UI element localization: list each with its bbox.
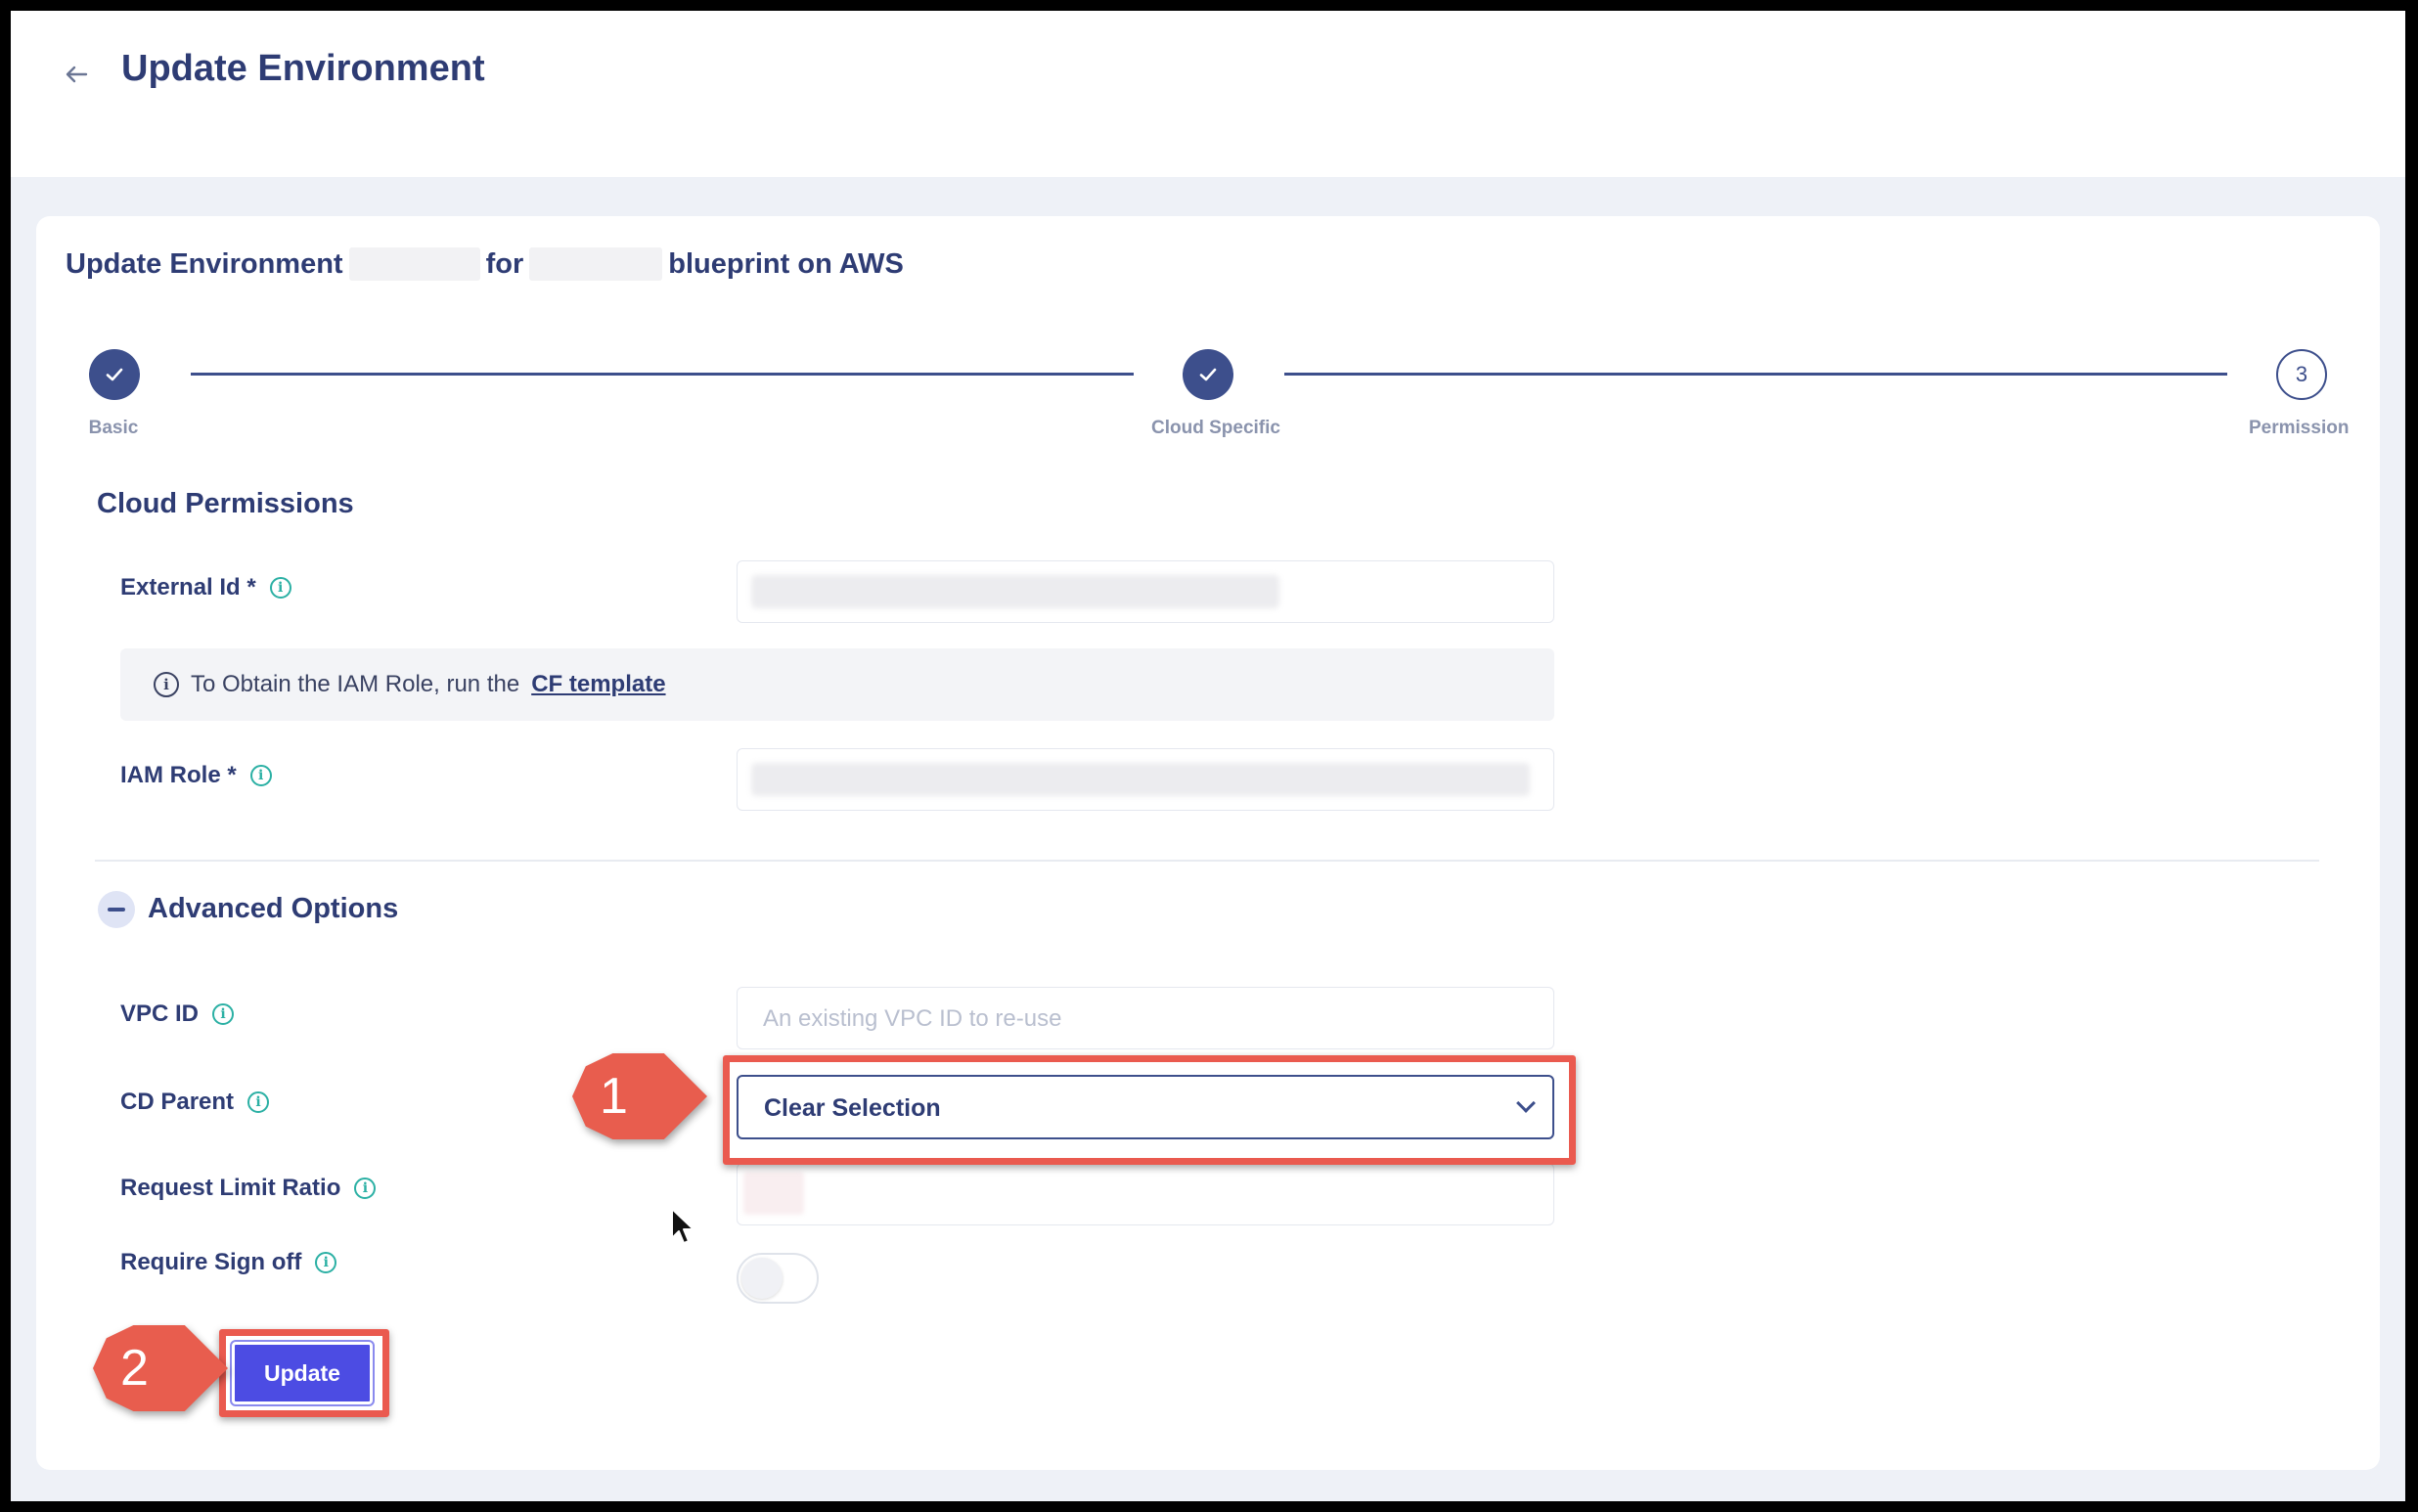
info-icon[interactable]: i: [269, 577, 291, 599]
page-title: Update Environment: [121, 48, 485, 89]
step-label-permission: Permission: [2249, 418, 2350, 438]
annotation-highlight-update: [219, 1329, 389, 1417]
step-basic-check-icon[interactable]: [89, 349, 140, 400]
app-frame: Update Environment Update Environment fo…: [11, 11, 2405, 1501]
vpc-id-placeholder: An existing VPC ID to re-use: [763, 1005, 1062, 1032]
stepper-connector: [191, 373, 1134, 376]
mouse-pointer-icon: [670, 1207, 695, 1251]
collapse-minus-icon[interactable]: [98, 891, 135, 928]
request-limit-ratio-label-text: Request Limit Ratio: [120, 1175, 341, 1201]
annotation-badge-2: 2: [93, 1325, 228, 1411]
badge-shape: [572, 1053, 707, 1139]
step-label-cloud-specific: Cloud Specific: [1151, 418, 1280, 438]
vpc-id-label-text: VPC ID: [120, 1001, 200, 1027]
stepper: Basic Cloud Specific 3 Permission: [36, 216, 2380, 451]
badge-number: 1: [600, 1068, 628, 1125]
advanced-options-title[interactable]: Advanced Options: [148, 893, 398, 925]
redacted-value: [751, 575, 1279, 608]
info-icon[interactable]: i: [247, 1091, 270, 1113]
info-icon[interactable]: i: [315, 1252, 337, 1273]
external-id-label-text: External Id *: [120, 574, 256, 600]
step-permission-number[interactable]: 3: [2276, 349, 2327, 400]
external-id-input[interactable]: [737, 560, 1554, 623]
iam-role-input[interactable]: [737, 748, 1554, 811]
badge-shape: [93, 1325, 228, 1411]
redacted-value: [751, 763, 1530, 796]
vpc-id-label: VPC ID i: [120, 1001, 235, 1028]
redacted-value: [743, 1172, 804, 1215]
info-icon[interactable]: i: [212, 1003, 235, 1025]
badge-number: 2: [120, 1340, 149, 1397]
step-label-basic: Basic: [88, 418, 139, 438]
vpc-id-input[interactable]: An existing VPC ID to re-use: [737, 987, 1554, 1049]
cd-parent-label: CD Parent i: [120, 1089, 270, 1116]
info-circle-icon: i: [154, 672, 179, 697]
arrow-left-icon[interactable]: [60, 58, 93, 91]
section-divider: [95, 860, 2319, 862]
stepper-connector: [1284, 373, 2227, 376]
iam-role-label-text: IAM Role *: [120, 762, 237, 788]
annotation-badge-1: 1: [572, 1053, 707, 1139]
require-sign-off-label-text: Require Sign off: [120, 1249, 302, 1275]
request-limit-ratio-input[interactable]: [737, 1163, 1554, 1225]
callout-text: To Obtain the IAM Role, run the: [191, 671, 520, 697]
info-icon[interactable]: i: [354, 1178, 377, 1199]
iam-role-label: IAM Role * i: [120, 762, 272, 789]
step-cloud-specific-check-icon[interactable]: [1183, 349, 1233, 400]
iam-role-callout: i To Obtain the IAM Role, run the CF tem…: [120, 648, 1554, 721]
top-bar: Update Environment: [11, 11, 2405, 177]
require-sign-off-toggle[interactable]: [737, 1253, 819, 1304]
require-sign-off-label: Require Sign off i: [120, 1249, 337, 1276]
info-icon[interactable]: i: [249, 765, 272, 786]
annotation-highlight-cd-parent: [723, 1055, 1576, 1165]
request-limit-ratio-label: Request Limit Ratio i: [120, 1175, 377, 1202]
toggle-knob: [741, 1258, 783, 1299]
cloud-permissions-title: Cloud Permissions: [97, 488, 354, 519]
cd-parent-label-text: CD Parent: [120, 1089, 235, 1115]
form-card: Update Environment for blueprint on AWS …: [36, 216, 2380, 1470]
cf-template-link[interactable]: CF template: [531, 671, 665, 698]
external-id-label: External Id * i: [120, 574, 291, 601]
